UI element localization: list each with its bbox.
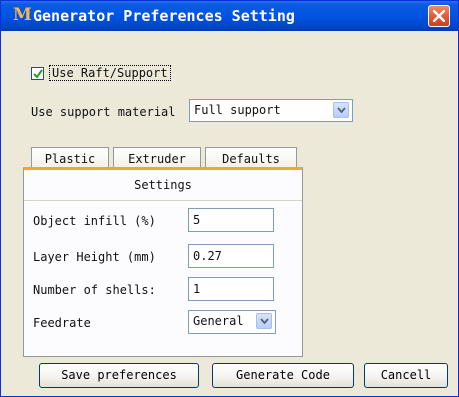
settings-panel: Settings Object infill (%) 5 Layer Heigh… <box>23 167 303 357</box>
support-material-value: Full support <box>194 103 281 117</box>
support-dropdown-button[interactable] <box>333 102 349 118</box>
preferences-dialog: M Generator Preferences Setting Use Raft… <box>0 0 459 397</box>
window-title: Generator Preferences Setting <box>33 7 295 25</box>
feedrate-label: Feedrate <box>33 316 91 330</box>
raft-support-label[interactable]: Use Raft/Support <box>49 65 171 81</box>
save-preferences-button[interactable]: Save preferences <box>39 363 199 388</box>
generate-code-button[interactable]: Generate Code <box>212 363 354 388</box>
cancel-button[interactable]: Cancell <box>364 363 448 388</box>
checkmark-icon <box>33 68 43 79</box>
raft-support-checkbox[interactable] <box>31 66 44 80</box>
object-infill-input[interactable]: 5 <box>188 208 274 232</box>
close-button[interactable] <box>428 5 450 27</box>
chevron-down-icon <box>260 318 269 324</box>
support-material-select[interactable]: Full support <box>189 99 353 122</box>
raft-support-row: Use Raft/Support <box>31 65 171 81</box>
app-logo-icon: M <box>13 5 32 25</box>
feedrate-dropdown-button[interactable] <box>256 313 272 329</box>
object-infill-label: Object infill (%) <box>33 214 156 228</box>
layer-height-input[interactable]: 0.27 <box>188 244 274 268</box>
feedrate-select[interactable]: General <box>188 310 276 334</box>
feedrate-value: General <box>193 314 244 328</box>
number-of-shells-label: Number of shells: <box>33 283 156 297</box>
chevron-down-icon <box>337 107 346 113</box>
support-material-label: Use support material <box>31 105 176 119</box>
layer-height-label: Layer Height (mm) <box>33 250 156 264</box>
number-of-shells-input[interactable]: 1 <box>188 277 274 301</box>
settings-title: Settings <box>134 178 192 192</box>
close-icon <box>433 10 445 22</box>
panel-divider <box>24 200 302 201</box>
title-bar[interactable]: M Generator Preferences Setting <box>1 1 458 31</box>
